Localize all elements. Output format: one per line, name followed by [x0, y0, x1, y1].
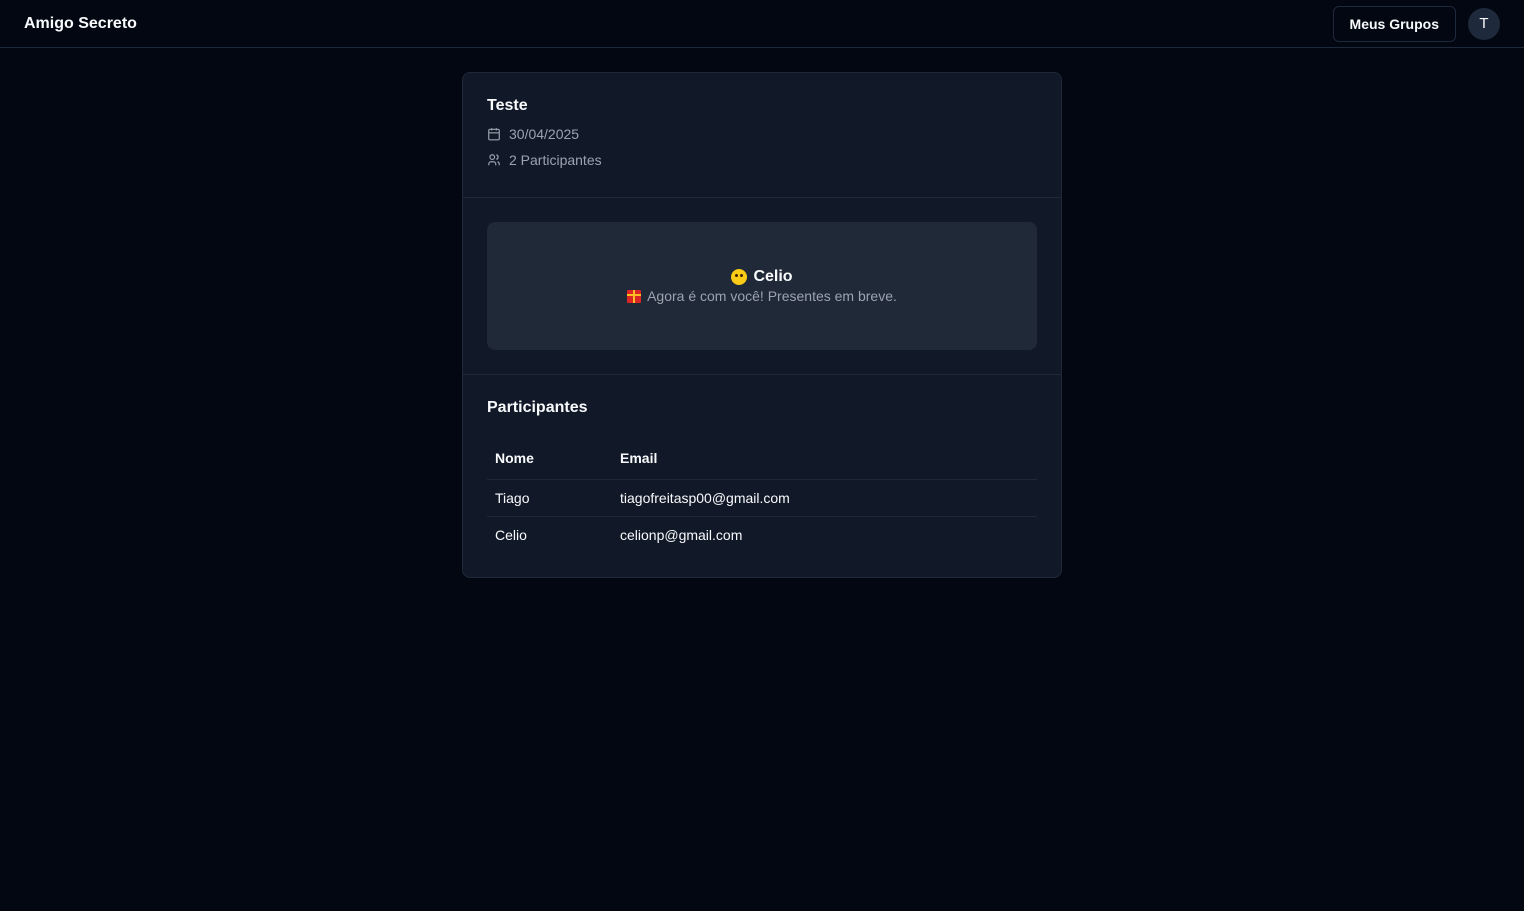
users-icon: [488, 154, 500, 166]
draw-section: Celio Agora é com você! Presentes em bre…: [463, 198, 1061, 375]
top-right-actions: Meus Grupos T: [1332, 5, 1500, 42]
participants-count: 2 Participantes: [509, 152, 602, 168]
app-title[interactable]: Amigo Secreto: [24, 15, 137, 33]
face-emoji-icon: [731, 269, 748, 285]
group-date-row: 30/04/2025: [487, 121, 1037, 147]
participant-email: celionp@gmail.com: [612, 515, 1037, 553]
column-header-name: Nome: [487, 437, 612, 480]
gift-emoji-icon: [627, 289, 642, 303]
group-participants-row: 2 Participantes: [487, 147, 1037, 173]
drawn-friend: Celio: [731, 268, 793, 286]
column-header-email: Email: [612, 437, 1037, 480]
draw-message: Agora é com você! Presentes em breve.: [627, 288, 897, 304]
draw-message-text: Agora é com você! Presentes em breve.: [647, 288, 897, 304]
participant-name: Tiago: [495, 489, 530, 506]
group-header: Teste 30/04/2025 2 Participantes: [463, 73, 1061, 198]
participants-title: Participantes: [487, 399, 588, 416]
draw-result-box: Celio Agora é com você! Presentes em bre…: [487, 222, 1037, 350]
group-title: Teste: [487, 97, 528, 114]
drawn-friend-name: Celio: [753, 268, 793, 285]
group-date: 30/04/2025: [509, 126, 580, 142]
group-card: Teste 30/04/2025 2 Participantes Celio A…: [462, 72, 1062, 578]
my-groups-button[interactable]: Meus Grupos: [1332, 5, 1456, 42]
participants-table: Nome Email Tiago tiagofreitasp00@gmail.c…: [487, 437, 1037, 553]
participant-name: Celio: [487, 515, 612, 553]
top-navbar: Amigo Secreto Meus Grupos T: [0, 0, 1524, 48]
participant-email: tiagofreitasp00@gmail.com: [620, 489, 790, 506]
calendar-icon: [488, 128, 500, 141]
avatar[interactable]: T: [1468, 7, 1500, 40]
table-row: Celio celionp@gmail.com: [487, 515, 1037, 553]
table-row: Tiago tiagofreitasp00@gmail.com: [487, 479, 1037, 516]
table-header-row: Nome Email: [487, 437, 1037, 480]
participants-section: Participantes Nome Email Tiago tiagofrei…: [463, 375, 1061, 577]
